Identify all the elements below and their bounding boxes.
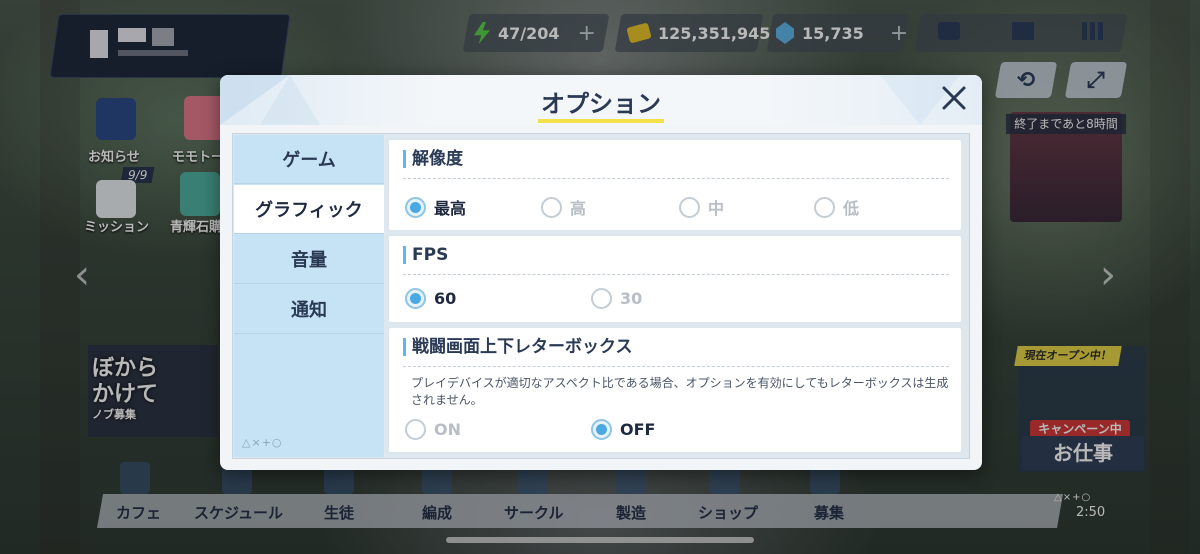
resolution-option-medium[interactable]: 中 — [679, 195, 724, 219]
dialog-header: オプション — [220, 75, 982, 125]
tab-sound[interactable]: 音量 — [234, 235, 384, 284]
letterbox-title: 戦闘画面上下レターボックス — [403, 338, 633, 356]
radio-button-icon — [405, 196, 426, 218]
close-icon[interactable] — [938, 82, 970, 114]
radio-label: 低 — [843, 199, 860, 218]
letterbox-note: プレイデバイスが適切なアスペクト比である場合、オプションを有効にしてもレターボッ… — [411, 376, 949, 407]
panel-divider — [403, 366, 949, 367]
radio-label: 最高 — [434, 199, 467, 218]
resolution-panel: 解像度 最高 高 中 低 — [389, 140, 961, 230]
radio-button-icon — [679, 196, 700, 218]
fps-title: FPS — [403, 246, 448, 264]
radio-label: 高 — [570, 199, 587, 218]
title-underline — [538, 119, 664, 123]
tab-game[interactable]: ゲーム — [234, 135, 384, 184]
dialog-title: オプション — [541, 90, 661, 118]
tab-notification[interactable]: 通知 — [234, 285, 384, 334]
radio-button-icon — [591, 288, 612, 309]
radio-button-icon — [405, 419, 426, 440]
tab-footer-symbols: △×+○ — [242, 436, 283, 449]
fps-option-30[interactable]: 30 — [591, 288, 642, 309]
radio-button-icon — [541, 196, 562, 218]
resolution-title: 解像度 — [403, 150, 463, 168]
radio-button-icon — [591, 419, 612, 440]
radio-label: 30 — [620, 289, 643, 308]
letterbox-option-off[interactable]: OFF — [591, 419, 655, 440]
tab-graphics[interactable]: グラフィック — [234, 185, 384, 234]
options-dialog: オプション ゲーム グラフィック 音量 通知 △×+○ 解像度 最高 高 中 低… — [220, 75, 982, 470]
letterbox-panel: 戦闘画面上下レターボックス プレイデバイスが適切なアスペクト比である場合、オプシ… — [389, 328, 961, 452]
options-tab-column: ゲーム グラフィック 音量 通知 △×+○ — [234, 135, 384, 457]
radio-label: 60 — [434, 289, 457, 308]
letterbox-option-on[interactable]: ON — [405, 419, 461, 440]
radio-label: OFF — [620, 420, 656, 439]
resolution-option-highest[interactable]: 最高 — [405, 195, 466, 219]
resolution-option-high[interactable]: 高 — [541, 195, 586, 219]
radio-label: 中 — [708, 199, 725, 218]
radio-label: ON — [434, 420, 461, 439]
radio-button-icon — [814, 196, 835, 218]
panel-divider — [403, 178, 949, 179]
dialog-body: ゲーム グラフィック 音量 通知 △×+○ 解像度 最高 高 中 低 FPS 6… — [232, 133, 970, 459]
radio-button-icon — [405, 288, 426, 309]
panel-divider — [403, 274, 949, 275]
fps-option-60[interactable]: 60 — [405, 288, 456, 309]
resolution-option-low[interactable]: 低 — [814, 195, 859, 219]
fps-panel: FPS 60 30 — [389, 236, 961, 322]
